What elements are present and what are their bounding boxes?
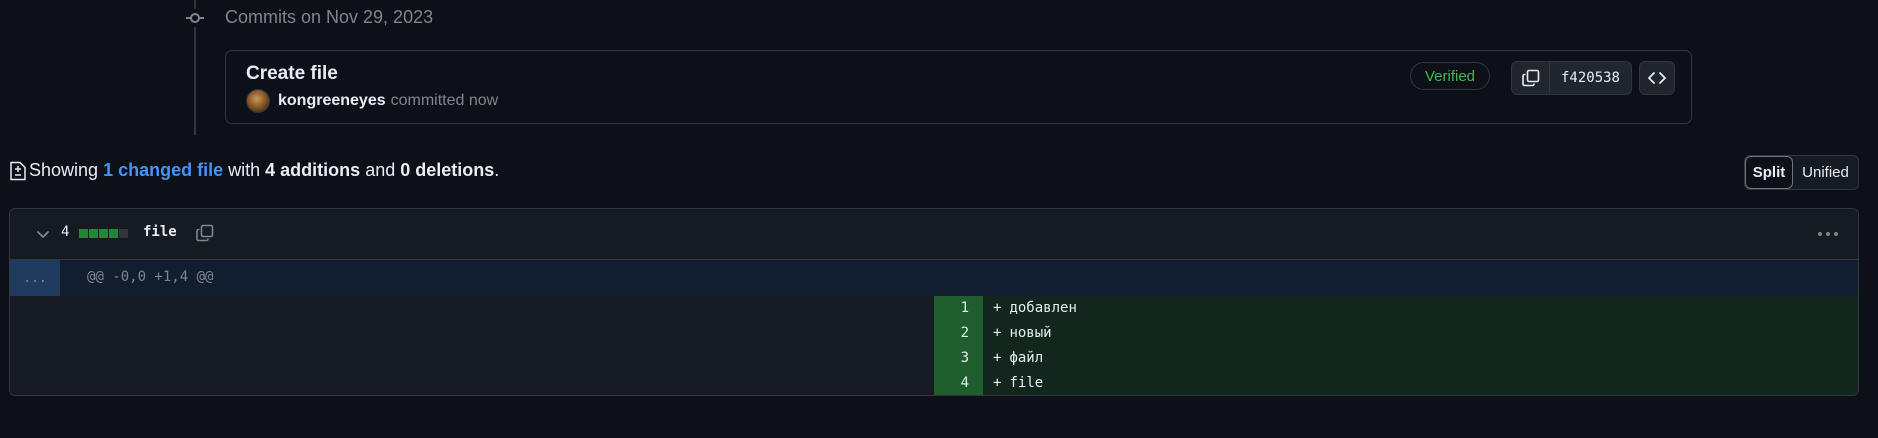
additions-count: 4 additions [265, 160, 361, 180]
diffstat-block [79, 229, 88, 238]
code-icon [1648, 72, 1666, 84]
diff-line-added: 1 + добавлен [934, 296, 1858, 321]
diffstat-block [89, 229, 98, 238]
file-options-button[interactable] [1816, 224, 1840, 244]
line-text: добавлен [1009, 300, 1077, 316]
commit-sha-group: f420538 [1511, 61, 1632, 95]
copy-file-path-button[interactable] [194, 222, 216, 244]
line-number[interactable]: 3 [934, 346, 983, 371]
copy-sha-button[interactable] [1512, 62, 1550, 94]
commit-meta: kongreeneyes committed now [246, 89, 498, 113]
line-number[interactable]: 2 [934, 321, 983, 346]
file-change-count: 4 [61, 224, 70, 240]
commit-card: Create file kongreeneyes committed now V… [225, 50, 1692, 124]
split-left-empty [10, 296, 934, 395]
diff-line-added: 3 + файл [934, 346, 1858, 371]
line-code: + новый [983, 321, 1858, 346]
commit-time-text: committed now [390, 92, 499, 109]
diff-view-toggle: Split Unified [1744, 155, 1859, 190]
addition-marker: + [993, 350, 1002, 366]
file-diff-icon [9, 161, 27, 181]
browse-repository-button[interactable] [1639, 61, 1675, 95]
line-number[interactable]: 4 [934, 371, 983, 395]
commit-author-link[interactable]: kongreeneyes [278, 92, 386, 110]
split-view-button[interactable]: Split [1745, 156, 1793, 189]
kebab-horizontal-icon [1818, 232, 1838, 236]
diffstat-block [109, 229, 118, 238]
summary-with: with [228, 160, 261, 180]
deletions-count: 0 deletions [400, 160, 495, 180]
avatar[interactable] [246, 89, 270, 113]
diff-line-added: 4 + file [934, 371, 1858, 395]
split-right-additions: 1 + добавлен 2 + новый 3 + файл 4 + file [934, 296, 1858, 395]
git-commit-icon [186, 9, 204, 27]
summary-suffix: . [494, 160, 500, 180]
hunk-header-row: ... @@ -0,0 +1,4 @@ [10, 260, 1858, 296]
chevron-down-icon [37, 231, 49, 238]
diff-line-added: 2 + новый [934, 321, 1858, 346]
copy-icon [196, 224, 214, 242]
summary-and: and [365, 160, 396, 180]
verified-badge[interactable]: Verified [1410, 62, 1490, 90]
line-text: file [1009, 375, 1044, 391]
hunk-header-text: @@ -0,0 +1,4 @@ [87, 269, 214, 285]
addition-marker: + [993, 375, 1002, 391]
line-text: новый [1009, 325, 1052, 341]
line-text: файл [1009, 350, 1044, 366]
diffstat-block [119, 229, 128, 238]
collapse-file-button[interactable] [34, 225, 52, 243]
line-code: + файл [983, 346, 1858, 371]
diff-summary: Showing 1 changed file with 4 additions … [9, 160, 499, 181]
addition-marker: + [993, 300, 1002, 316]
copy-icon [1521, 69, 1539, 87]
summary-prefix: Showing [29, 160, 99, 180]
file-header: 4 file [10, 209, 1858, 260]
commit-sha-link[interactable]: f420538 [1550, 62, 1631, 94]
diff-file: 4 file ... @@ -0,0 +1,4 @@ 1 + добавлен … [9, 208, 1859, 396]
commit-title-link[interactable]: Create file [246, 63, 338, 85]
diffstat-block [99, 229, 108, 238]
unified-view-button[interactable]: Unified [1793, 156, 1858, 189]
addition-marker: + [993, 325, 1002, 341]
commit-diff-view: Commits on Nov 29, 2023 Create file kong… [0, 0, 1878, 438]
expand-hunk-button[interactable]: ... [10, 260, 60, 296]
line-number[interactable]: 1 [934, 296, 983, 321]
file-name-link[interactable]: file [143, 224, 177, 240]
line-code: + file [983, 371, 1858, 395]
commits-date-heading: Commits on Nov 29, 2023 [225, 7, 434, 27]
line-code: + добавлен [983, 296, 1858, 321]
changed-files-link[interactable]: 1 changed file [103, 160, 223, 181]
diffstat-bar [79, 229, 128, 238]
